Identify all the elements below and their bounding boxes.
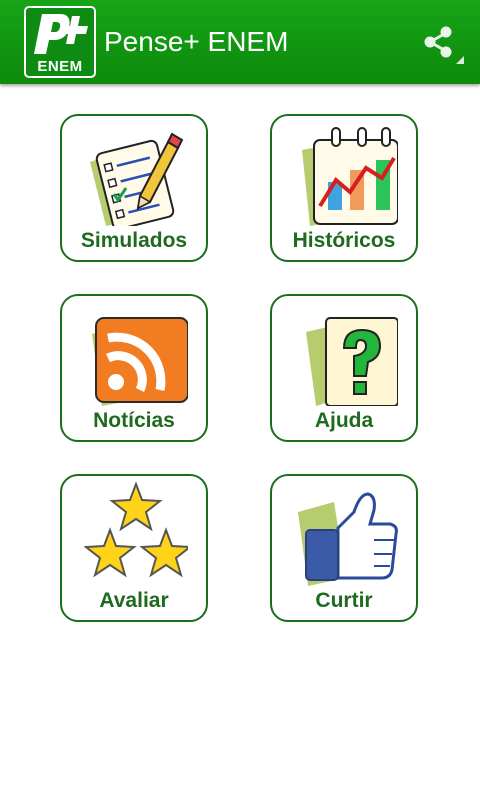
tile-ajuda[interactable]: Ajuda xyxy=(270,294,418,442)
tile-historicos[interactable]: Históricos xyxy=(270,114,418,262)
logo-text: ENEM xyxy=(37,58,83,75)
rss-feed-icon xyxy=(92,317,188,406)
tile-curtir[interactable]: Curtir xyxy=(270,474,418,622)
share-icon xyxy=(424,26,464,64)
app-title: Pense+ ENEM xyxy=(104,26,289,57)
thumbs-up-icon xyxy=(298,492,398,586)
question-mark-icon xyxy=(306,317,398,406)
calendar-chart-icon xyxy=(302,127,398,226)
app-logo: ENEM xyxy=(24,6,96,78)
tile-simulados[interactable]: Simulados xyxy=(60,114,208,262)
tile-label: Avaliar xyxy=(99,589,169,612)
tile-label: Curtir xyxy=(315,589,373,612)
tile-avaliar[interactable]: Avaliar xyxy=(60,474,208,622)
tile-label: Ajuda xyxy=(314,409,374,432)
tile-noticias[interactable]: Notícias xyxy=(60,294,208,442)
tile-label: Simulados xyxy=(80,229,188,252)
action-bar: ENEM Pense+ ENEM xyxy=(0,0,480,84)
p-plus-logo-icon xyxy=(34,14,88,54)
stars-icon xyxy=(84,482,188,578)
share-button[interactable] xyxy=(420,22,464,66)
tile-label: Históricos xyxy=(292,229,396,252)
tile-label: Notícias xyxy=(93,409,175,432)
checklist-pencil-icon xyxy=(90,132,184,226)
